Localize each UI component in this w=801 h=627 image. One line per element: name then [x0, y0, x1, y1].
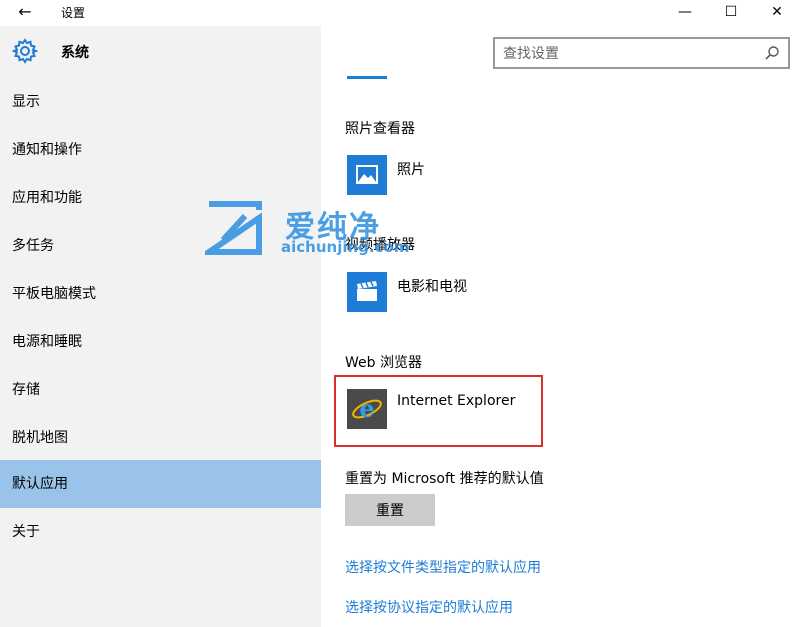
- title-bar: ← 设置 — ☐ ✕: [0, 0, 801, 26]
- sidebar-header-label: 系统: [61, 45, 89, 61]
- movies-tv-icon: [347, 272, 387, 312]
- app-name-internet-explorer: Internet Explorer: [397, 393, 516, 409]
- window-title: 设置: [61, 6, 86, 20]
- reset-button[interactable]: 重置: [345, 494, 435, 526]
- section-title-photo-viewer: 照片查看器: [345, 121, 415, 137]
- search-icon[interactable]: [764, 45, 780, 61]
- sidebar-header[interactable]: 系统: [0, 26, 321, 76]
- sidebar-item-notifications[interactable]: 通知和操作: [0, 126, 321, 174]
- search-input[interactable]: [503, 44, 753, 64]
- section-title-video-player: 视频播放器: [345, 237, 415, 253]
- sidebar-item-display[interactable]: 显示: [0, 78, 321, 126]
- close-button[interactable]: ✕: [754, 0, 800, 26]
- section-title-web-browser: Web 浏览器: [345, 355, 422, 371]
- sidebar: 系统 显示 通知和操作 应用和功能 多任务 平板电脑模式 电源和睡眠 存储 脱机…: [0, 26, 321, 627]
- scrolled-app-tile: [347, 76, 387, 79]
- sidebar-item-multitasking[interactable]: 多任务: [0, 222, 321, 270]
- sidebar-item-offline-maps[interactable]: 脱机地图: [0, 414, 321, 462]
- svg-text:e: e: [359, 394, 374, 423]
- default-app-photo-viewer[interactable]: 照片: [345, 155, 665, 199]
- sidebar-item-storage[interactable]: 存储: [0, 366, 321, 414]
- sidebar-item-default-apps[interactable]: 默认应用: [0, 460, 321, 508]
- sidebar-item-power-sleep[interactable]: 电源和睡眠: [0, 318, 321, 366]
- maximize-button[interactable]: ☐: [708, 0, 754, 26]
- gear-icon: [12, 38, 38, 64]
- app-name-movies-tv: 电影和电视: [397, 279, 467, 295]
- default-app-web-browser[interactable]: e Internet Explorer: [345, 389, 665, 433]
- app-name-photos: 照片: [397, 162, 425, 178]
- internet-explorer-icon: e: [347, 389, 387, 429]
- sidebar-item-about[interactable]: 关于: [0, 508, 321, 556]
- default-app-video-player[interactable]: 电影和电视: [345, 272, 665, 316]
- back-arrow-icon[interactable]: ←: [14, 2, 36, 22]
- link-default-apps-by-file-type[interactable]: 选择按文件类型指定的默认应用: [345, 557, 541, 577]
- content-pane: 照片查看器 照片 视频播放器 电影和电视 Web 浏览器 e Internet …: [321, 76, 801, 627]
- sidebar-item-tablet-mode[interactable]: 平板电脑模式: [0, 270, 321, 318]
- photos-icon: [347, 155, 387, 195]
- search-box[interactable]: [493, 37, 790, 69]
- reset-description: 重置为 Microsoft 推荐的默认值: [345, 471, 544, 487]
- sidebar-item-apps-features[interactable]: 应用和功能: [0, 174, 321, 222]
- link-default-apps-by-protocol[interactable]: 选择按协议指定的默认应用: [345, 597, 513, 617]
- minimize-button[interactable]: —: [662, 0, 708, 26]
